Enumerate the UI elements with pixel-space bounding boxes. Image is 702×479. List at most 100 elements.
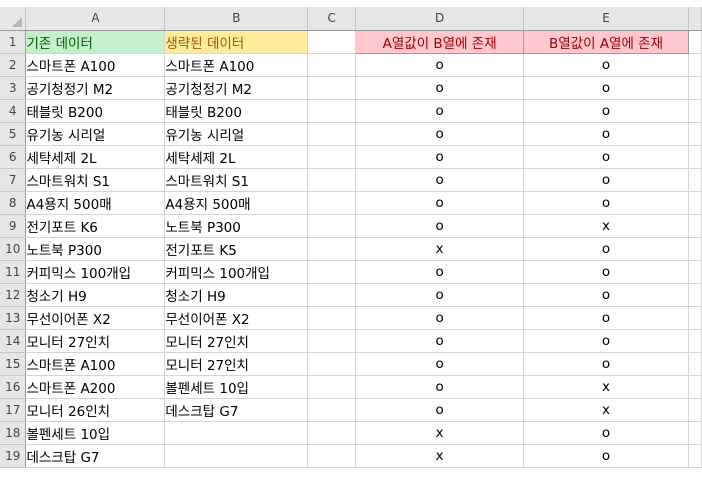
cell[interactable] — [688, 99, 702, 123]
cell-existing-data[interactable]: 스마트폰 A200 — [25, 375, 166, 399]
cell[interactable] — [307, 191, 357, 215]
cell-a-in-b-mark[interactable]: o — [355, 214, 525, 238]
cell[interactable] — [307, 375, 357, 399]
cell[interactable] — [307, 53, 357, 77]
cell[interactable] — [688, 145, 702, 169]
cell-a-in-b-mark[interactable]: x — [355, 444, 525, 468]
cell-a-in-b-mark[interactable]: o — [355, 168, 525, 192]
cell[interactable] — [307, 122, 357, 146]
cell-existing-data[interactable]: 세탁세제 2L — [25, 145, 166, 169]
cell-existing-data[interactable]: 모니터 27인치 — [25, 329, 166, 353]
cell-omitted-data[interactable]: 세탁세제 2L — [164, 145, 309, 169]
column-header-f-partial[interactable] — [688, 7, 702, 31]
cell-b-in-a-mark[interactable]: o — [523, 444, 689, 468]
cell-b-in-a-mark[interactable]: o — [523, 122, 689, 146]
cell[interactable] — [688, 352, 702, 376]
header-cell-b-in-a[interactable]: B열값이 A열에 존재 — [523, 29, 689, 54]
cell-a-in-b-mark[interactable]: o — [355, 329, 525, 353]
cell-existing-data[interactable]: 청소기 H9 — [25, 283, 166, 307]
cell[interactable] — [688, 306, 702, 330]
row-header[interactable]: 9 — [0, 214, 27, 238]
cell-a-in-b-mark[interactable]: x — [355, 421, 525, 445]
cell-b-in-a-mark[interactable]: x — [523, 398, 689, 422]
cell-b-in-a-mark[interactable]: x — [523, 375, 689, 399]
cell[interactable] — [688, 237, 702, 261]
row-header[interactable]: 11 — [0, 260, 27, 284]
cell-existing-data[interactable]: 볼펜세트 10입 — [25, 421, 166, 445]
row-header[interactable]: 18 — [0, 421, 27, 445]
cell-omitted-data[interactable] — [164, 421, 309, 445]
cell[interactable] — [688, 30, 702, 54]
column-header-b[interactable]: B — [164, 7, 309, 31]
cell-b-in-a-mark[interactable]: o — [523, 306, 689, 330]
cell[interactable] — [688, 283, 702, 307]
cell-omitted-data[interactable]: 커피믹스 100개입 — [164, 260, 309, 284]
column-header-e[interactable]: E — [523, 7, 689, 31]
cell-b-in-a-mark[interactable]: o — [523, 352, 689, 376]
header-cell-a-in-b[interactable]: A열값이 B열에 존재 — [355, 29, 525, 54]
column-header-d[interactable]: D — [355, 7, 525, 31]
cell-existing-data[interactable]: 데스크탑 G7 — [25, 444, 166, 468]
cell-existing-data[interactable]: 스마트워치 S1 — [25, 168, 166, 192]
cell-a-in-b-mark[interactable]: o — [355, 53, 525, 77]
row-header[interactable]: 10 — [0, 237, 27, 261]
cell-b-in-a-mark[interactable]: x — [523, 214, 689, 238]
cell-b-in-a-mark[interactable]: o — [523, 260, 689, 284]
cell-omitted-data[interactable] — [164, 444, 309, 468]
row-header[interactable]: 16 — [0, 375, 27, 399]
row-header[interactable]: 14 — [0, 329, 27, 353]
cell[interactable] — [688, 191, 702, 215]
cell-omitted-data[interactable]: A4용지 500매 — [164, 191, 309, 215]
cell-existing-data[interactable]: 커피믹스 100개입 — [25, 260, 166, 284]
row-header[interactable]: 3 — [0, 76, 27, 100]
cell[interactable] — [688, 76, 702, 100]
cell-omitted-data[interactable]: 스마트폰 A100 — [164, 53, 309, 77]
cell-existing-data[interactable]: 스마트폰 A100 — [25, 53, 166, 77]
cell[interactable] — [307, 306, 357, 330]
cell-omitted-data[interactable]: 전기포트 K5 — [164, 237, 309, 261]
select-all-corner[interactable] — [0, 7, 27, 31]
cell[interactable] — [688, 122, 702, 146]
row-header[interactable]: 13 — [0, 306, 27, 330]
cell[interactable] — [307, 168, 357, 192]
cell-b-in-a-mark[interactable]: o — [523, 421, 689, 445]
cell-existing-data[interactable]: A4용지 500매 — [25, 191, 166, 215]
cell-omitted-data[interactable]: 볼펜세트 10입 — [164, 375, 309, 399]
cell-omitted-data[interactable]: 공기청정기 M2 — [164, 76, 309, 100]
row-header[interactable]: 19 — [0, 444, 27, 468]
row-header[interactable]: 2 — [0, 53, 27, 77]
cell[interactable] — [688, 168, 702, 192]
cell[interactable] — [307, 214, 357, 238]
cell[interactable] — [307, 99, 357, 123]
cell-b-in-a-mark[interactable]: o — [523, 99, 689, 123]
cell-omitted-data[interactable]: 모니터 27인치 — [164, 329, 309, 353]
cell[interactable] — [307, 444, 357, 468]
cell-omitted-data[interactable]: 데스크탑 G7 — [164, 398, 309, 422]
cell-a-in-b-mark[interactable]: o — [355, 306, 525, 330]
cell-a-in-b-mark[interactable]: o — [355, 99, 525, 123]
cell-a-in-b-mark[interactable]: o — [355, 145, 525, 169]
cell-a-in-b-mark[interactable]: o — [355, 352, 525, 376]
cell-omitted-data[interactable]: 모니터 27인치 — [164, 352, 309, 376]
header-cell-omitted-data[interactable]: 생략된 데이터 — [164, 30, 309, 54]
cell[interactable] — [307, 76, 357, 100]
row-header[interactable]: 7 — [0, 168, 27, 192]
cell[interactable] — [688, 398, 702, 422]
row-header[interactable]: 12 — [0, 283, 27, 307]
cell-a-in-b-mark[interactable]: o — [355, 260, 525, 284]
cell[interactable] — [307, 145, 357, 169]
row-header[interactable]: 5 — [0, 122, 27, 146]
cell-b-in-a-mark[interactable]: o — [523, 168, 689, 192]
cell-a-in-b-mark[interactable]: o — [355, 375, 525, 399]
cell-existing-data[interactable]: 무선이어폰 X2 — [25, 306, 166, 330]
cell-a-in-b-mark[interactable]: o — [355, 122, 525, 146]
cell[interactable] — [688, 375, 702, 399]
cell[interactable] — [688, 444, 702, 468]
cell-omitted-data[interactable]: 스마트워치 S1 — [164, 168, 309, 192]
cell[interactable] — [688, 260, 702, 284]
cell-a-in-b-mark[interactable]: o — [355, 283, 525, 307]
cell[interactable] — [307, 30, 357, 54]
cell[interactable] — [688, 421, 702, 445]
cell[interactable] — [307, 260, 357, 284]
cell-existing-data[interactable]: 유기농 시리얼 — [25, 122, 166, 146]
